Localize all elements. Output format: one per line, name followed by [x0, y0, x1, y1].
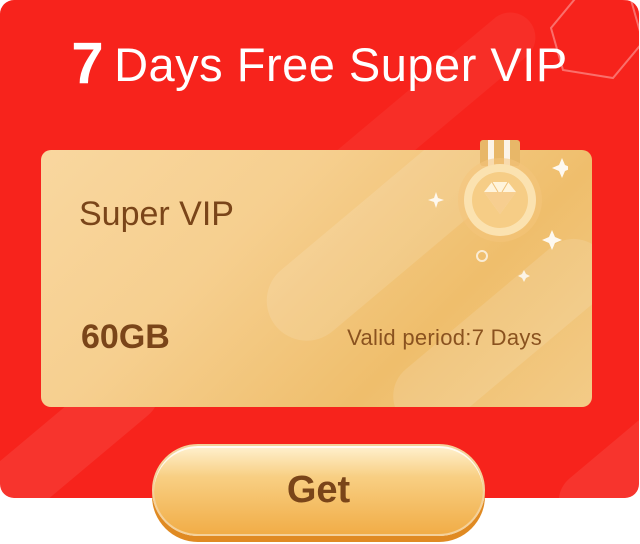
- valid-period: Valid period:7 Days: [347, 325, 542, 350]
- storage-amount: 60GB: [81, 318, 170, 356]
- promo-headline: 7 Days Free Super VIP: [0, 30, 639, 97]
- headline-number: 7: [71, 31, 105, 96]
- promo-panel: 7 Days Free Super VIP Super VIP 60GB Vali…: [0, 0, 639, 498]
- get-button[interactable]: Get: [152, 444, 485, 536]
- get-button-label: Get: [286, 468, 351, 511]
- card-title: Super VIP: [79, 195, 234, 233]
- headline-text: Days Free Super VIP: [114, 38, 568, 91]
- diamond-medal-icon: [428, 140, 568, 282]
